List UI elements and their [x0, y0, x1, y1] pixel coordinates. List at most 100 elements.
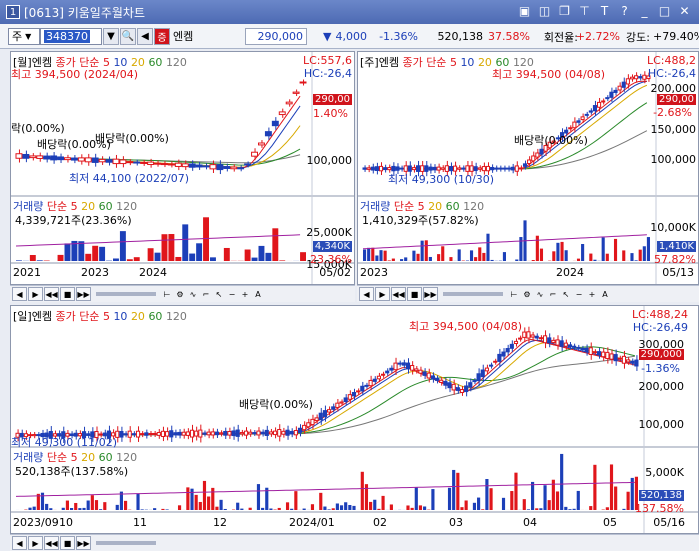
candle: [592, 351, 597, 354]
line-icon[interactable]: ↖: [213, 287, 225, 301]
candle: [513, 340, 519, 345]
volume-bar: [189, 253, 196, 261]
first-button[interactable]: ◀◀: [44, 536, 59, 550]
ma-line: [15, 346, 635, 436]
candle: [397, 362, 402, 365]
speaker-icon[interactable]: ◀: [137, 27, 153, 45]
plus-icon[interactable]: +: [586, 287, 598, 301]
candle: [505, 348, 510, 353]
volume-bar: [581, 244, 585, 261]
candle: [360, 385, 365, 392]
weekly-chart-panel[interactable]: [주]엔켐 종가 단순 5 10 20 60 120 LC:488,2 HC:-…: [357, 51, 699, 285]
candle: [518, 337, 523, 340]
candle: [410, 365, 415, 371]
text-icon[interactable]: A: [252, 287, 264, 301]
monthly-chart-canvas[interactable]: [11, 52, 355, 285]
settings-icon[interactable]: ⚙: [174, 287, 186, 301]
volume-bar: [310, 504, 315, 510]
volume-bar: [258, 245, 265, 261]
alert-icon[interactable]: 증: [154, 27, 170, 45]
draw-icon[interactable]: ⌐: [547, 287, 559, 301]
window-icon[interactable]: ▣: [518, 4, 531, 18]
last-button[interactable]: ▶▶: [76, 287, 91, 301]
volume-bar: [379, 250, 383, 261]
volume-bar: [460, 507, 464, 510]
scroll-right-button[interactable]: ▶: [375, 287, 390, 301]
settings-icon[interactable]: ⚙: [521, 287, 533, 301]
search-icon[interactable]: 🔍: [120, 27, 136, 45]
stop-button[interactable]: ■: [60, 536, 75, 550]
daily-chart-canvas[interactable]: [11, 306, 699, 534]
first-button[interactable]: ◀◀: [391, 287, 406, 301]
volume-bar: [153, 508, 157, 510]
zoom-slider[interactable]: [96, 292, 156, 296]
volume-bar: [64, 243, 71, 261]
scroll-left-button[interactable]: ◀: [359, 287, 374, 301]
minus-icon[interactable]: −: [226, 287, 238, 301]
volume-bar: [331, 508, 335, 510]
volume-bar: [406, 505, 410, 510]
candle: [70, 157, 78, 161]
volume-bar: [45, 503, 49, 510]
minus-icon[interactable]: −: [573, 287, 585, 301]
candle: [223, 430, 228, 436]
volume-bar: [348, 504, 352, 510]
indicator-icon[interactable]: ∿: [187, 287, 199, 301]
copy-icon[interactable]: ❐: [558, 4, 571, 18]
scroll-left-button[interactable]: ◀: [12, 287, 27, 301]
candle: [167, 163, 175, 166]
candle: [597, 101, 602, 108]
pin-icon[interactable]: ⊤: [578, 4, 591, 18]
text-icon[interactable]: A: [599, 287, 611, 301]
draw-icon[interactable]: ⌐: [200, 287, 212, 301]
last-button[interactable]: ▶▶: [423, 287, 438, 301]
candle: [605, 351, 610, 360]
candle: [572, 345, 577, 348]
line-icon[interactable]: ↖: [560, 287, 572, 301]
close-icon[interactable]: ✕: [678, 4, 691, 18]
candle: [418, 369, 423, 374]
volume-bar: [99, 246, 106, 261]
scroll-right-button[interactable]: ▶: [28, 536, 43, 550]
candle: [285, 429, 290, 436]
volume-bar: [369, 501, 373, 510]
window-number: 1: [6, 5, 20, 19]
scroll-left-button[interactable]: ◀: [12, 536, 27, 550]
code-input[interactable]: 348370: [40, 27, 102, 45]
first-button[interactable]: ◀◀: [44, 287, 59, 301]
ma-line: [363, 80, 647, 170]
tile-icon[interactable]: ◫: [538, 4, 551, 18]
volume-bar: [576, 258, 581, 261]
candle: [580, 116, 585, 121]
monthly-chart-panel[interactable]: [월]엔켐 종가 단순 5 10 20 60 120 LC:557,6 HC:-…: [10, 51, 355, 285]
question-icon[interactable]: ?: [618, 4, 631, 18]
candle: [527, 159, 532, 165]
plus-icon[interactable]: +: [239, 287, 251, 301]
candle: [468, 382, 473, 388]
volume-bar: [236, 502, 240, 510]
market-select[interactable]: 주 ▼: [8, 27, 40, 45]
scroll-right-button[interactable]: ▶: [28, 287, 43, 301]
maximize-icon[interactable]: □: [658, 4, 671, 18]
cursor-icon[interactable]: ⊢: [161, 287, 173, 301]
candle: [629, 76, 635, 80]
candle: [430, 375, 435, 380]
daily-chart-panel[interactable]: [일]엔켐 종가 단순 5 10 20 60 120 LC:488,24 HC:…: [10, 305, 699, 534]
volume-bar: [514, 472, 518, 510]
candle: [451, 383, 456, 391]
weekly-chart-canvas[interactable]: [358, 52, 699, 285]
stop-button[interactable]: ■: [60, 287, 75, 301]
volume-bar: [147, 248, 154, 261]
indicator-icon[interactable]: ∿: [534, 287, 546, 301]
minimize-icon[interactable]: _: [638, 4, 651, 18]
zoom-slider[interactable]: [96, 541, 156, 545]
cursor-icon[interactable]: ⊢: [508, 287, 520, 301]
last-button[interactable]: ▶▶: [76, 536, 91, 550]
zoom-slider[interactable]: [443, 292, 503, 296]
code-dropdown-button[interactable]: ▼: [103, 27, 119, 45]
stop-button[interactable]: ■: [407, 287, 422, 301]
candle: [84, 157, 92, 163]
help-t-icon[interactable]: T: [598, 4, 611, 18]
volume-bar: [78, 508, 82, 510]
candle: [414, 368, 419, 372]
